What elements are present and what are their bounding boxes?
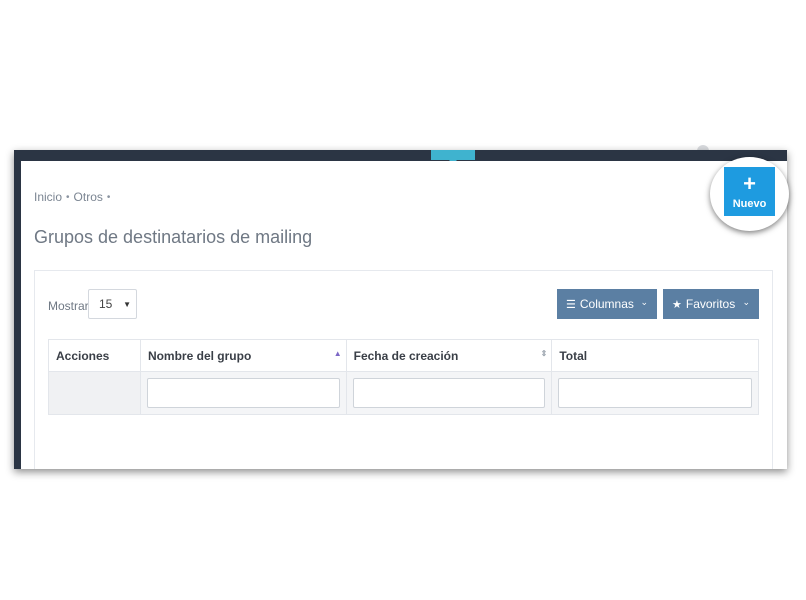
caret-down-icon: ▼ [123, 300, 131, 309]
header-actions: Acciones [48, 339, 141, 372]
main-content: Inicio • Otros • Grupos de destinatarios… [21, 161, 787, 469]
star-icon: ★ [672, 298, 682, 311]
favorites-button[interactable]: ★ Favoritos ⌄ [663, 289, 759, 319]
filter-created-date-cell [345, 371, 553, 415]
header-group-name[interactable]: Nombre del grupo ▲ [139, 339, 347, 372]
show-entries-label: Mostrar [48, 299, 89, 313]
breadcrumb-item-inicio[interactable]: Inicio [34, 190, 62, 204]
breadcrumb: Inicio • Otros • [34, 190, 114, 204]
groups-table: Acciones Nombre del grupo ▲ Fecha de cre… [48, 339, 759, 415]
sort-ascending-icon[interactable]: ▲ [334, 349, 342, 358]
columns-button-label: Columnas [579, 297, 634, 311]
page-title: Grupos de destinatarios de mailing [34, 227, 313, 247]
top-indicator-tab[interactable] [431, 150, 475, 164]
breadcrumb-separator: • [106, 191, 111, 203]
favorites-button-label: Favoritos [685, 297, 736, 311]
page-size-select[interactable]: 15 ▼ [88, 289, 137, 319]
header-created-date-label: Fecha de creación [353, 348, 459, 363]
header-total-label: Total [559, 348, 588, 363]
new-button[interactable]: + Nuevo [724, 167, 775, 216]
filter-group-name-cell [139, 371, 347, 415]
list-panel: Mostrar 15 ▼ ☰ Columnas ⌄ ★ Favoritos ⌄ [34, 270, 773, 469]
filter-total-cell [551, 371, 759, 415]
table-header-row: Acciones Nombre del grupo ▲ Fecha de cre… [48, 339, 759, 372]
breadcrumb-separator: • [66, 191, 70, 203]
chevron-down-icon: ⌄ [742, 297, 750, 307]
new-button-label: Nuevo [732, 197, 767, 210]
total-filter-input[interactable] [558, 378, 752, 408]
header-created-date[interactable]: Fecha de creación ⇕ [345, 339, 553, 372]
header-actions-label: Acciones [56, 348, 110, 363]
page-size-value: 15 [99, 297, 113, 311]
list-icon: ☰ [566, 298, 576, 311]
chevron-down-icon: ⌄ [640, 297, 648, 307]
new-button-highlight: + Nuevo [710, 157, 789, 231]
header-total[interactable]: Total [551, 339, 759, 372]
group-name-filter-input[interactable] [146, 378, 340, 408]
created-date-filter-input[interactable] [352, 378, 546, 408]
app-window: Inicio • Otros • Grupos de destinatarios… [14, 150, 787, 469]
filter-actions-cell [48, 371, 141, 415]
plus-icon: + [743, 170, 756, 196]
breadcrumb-item-otros[interactable]: Otros [74, 190, 103, 204]
columns-button[interactable]: ☰ Columnas ⌄ [557, 289, 657, 319]
header-group-name-label: Nombre del grupo [147, 348, 252, 363]
sort-icon[interactable]: ⇕ [541, 349, 548, 358]
filter-row [48, 371, 759, 415]
